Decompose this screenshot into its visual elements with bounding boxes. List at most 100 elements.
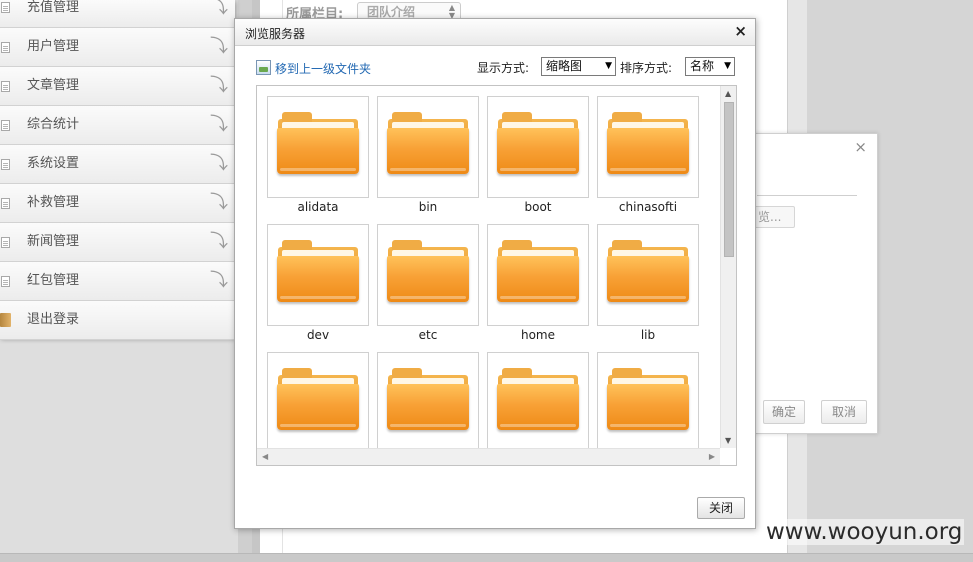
view-mode-label: 显示方式: <box>477 61 530 75</box>
curved-arrow-icon: ⤵ <box>210 153 228 174</box>
sidebar-item-label: 用户管理 <box>27 39 80 54</box>
document-icon <box>1 198 10 209</box>
folder-tile[interactable] <box>487 352 589 454</box>
sort-mode-label: 排序方式: <box>620 61 673 75</box>
category-select-value: 团队介绍 <box>367 5 416 19</box>
folder-tile[interactable] <box>597 352 699 454</box>
scroll-right-icon[interactable]: ▶ <box>709 452 715 461</box>
curved-arrow-icon: ⤵ <box>210 36 228 57</box>
sidebar-item-logout[interactable]: 退出登录 <box>0 301 235 340</box>
document-icon <box>1 237 10 248</box>
sidebar-item-recharge[interactable]: 充值管理 ⤵ <box>0 0 235 28</box>
folder-name[interactable]: etc <box>373 328 483 342</box>
curved-arrow-icon: ⤵ <box>210 192 228 213</box>
document-icon <box>1 276 10 287</box>
folder-icon <box>387 368 469 432</box>
vertical-scrollbar[interactable]: ▲ ▼ <box>720 86 736 448</box>
folder-tile[interactable] <box>267 96 369 198</box>
sort-mode-select[interactable]: 名称 ▼ <box>685 57 735 76</box>
book-icon <box>0 313 11 327</box>
document-icon <box>1 2 10 13</box>
folder-up-icon <box>256 60 271 75</box>
sidebar: 充值管理 ⤵ 用户管理 ⤵ 文章管理 ⤵ 综合统计 ⤵ 系统设置 ⤵ 补救管理 … <box>0 0 235 340</box>
page-background <box>0 338 238 562</box>
folder-browser: alidata bin boot chinasofti dev etc home lib ▲ … <box>256 85 737 466</box>
folder-icon <box>607 240 689 304</box>
sidebar-item-label: 系统设置 <box>27 156 80 171</box>
close-button[interactable]: 关闭 <box>697 497 745 519</box>
folder-tile[interactable] <box>487 96 589 198</box>
sort-mode-value: 名称 <box>690 59 715 73</box>
folder-icon <box>497 240 579 304</box>
folder-icon <box>497 368 579 432</box>
folder-tile[interactable] <box>267 352 369 454</box>
folder-tile[interactable] <box>597 224 699 326</box>
dropdown-arrow-icon: ▼ <box>724 61 731 71</box>
dialog-header: 浏览服务器 × <box>235 19 755 46</box>
sidebar-item-label: 退出登录 <box>27 312 80 327</box>
curved-arrow-icon: ⤵ <box>210 75 228 96</box>
folder-icon <box>387 112 469 176</box>
folder-name[interactable]: home <box>483 328 593 342</box>
folder-name[interactable]: chinasofti <box>593 200 703 214</box>
scroll-up-icon[interactable]: ▲ <box>725 89 731 98</box>
dialog-title: 浏览服务器 <box>245 27 306 41</box>
folder-name[interactable]: alidata <box>263 200 373 214</box>
document-icon <box>1 159 10 170</box>
sidebar-item-statistics[interactable]: 综合统计 ⤵ <box>0 106 235 145</box>
sidebar-item-articles[interactable]: 文章管理 ⤵ <box>0 67 235 106</box>
sidebar-item-label: 新闻管理 <box>27 234 80 249</box>
folder-icon <box>607 368 689 432</box>
folder-tile[interactable] <box>377 352 479 454</box>
sidebar-item-label: 充值管理 <box>27 0 80 15</box>
watermark: www.wooyun.org <box>764 519 965 545</box>
scroll-left-icon[interactable]: ◀ <box>262 452 268 461</box>
dropdown-arrow-icon: ▼ <box>605 61 612 71</box>
sidebar-item-users[interactable]: 用户管理 ⤵ <box>0 28 235 67</box>
folder-name[interactable]: dev <box>263 328 373 342</box>
horizontal-scrollbar[interactable]: ◀ ▶ <box>257 448 720 465</box>
upload-dialog: × 览... 确定 取消 <box>740 133 878 434</box>
folder-icon <box>387 240 469 304</box>
sidebar-item-settings[interactable]: 系统设置 ⤵ <box>0 145 235 184</box>
document-icon <box>1 81 10 92</box>
folder-tile[interactable] <box>487 224 589 326</box>
sidebar-item-label: 补救管理 <box>27 195 80 210</box>
sidebar-item-remedy[interactable]: 补救管理 ⤵ <box>0 184 235 223</box>
folder-tile[interactable] <box>377 96 479 198</box>
curved-arrow-icon: ⤵ <box>210 114 228 135</box>
horizontal-scrollbar[interactable] <box>0 553 973 562</box>
folder-icon <box>277 240 359 304</box>
browse-button[interactable]: 览... <box>751 206 795 228</box>
folder-tile[interactable] <box>597 96 699 198</box>
view-mode-select[interactable]: 缩略图 ▼ <box>541 57 616 76</box>
folder-tile[interactable] <box>377 224 479 326</box>
parent-folder-label: 移到上一级文件夹 <box>275 62 372 76</box>
folder-name[interactable]: bin <box>373 200 483 214</box>
close-icon[interactable]: × <box>734 23 747 39</box>
divider <box>757 195 857 196</box>
folder-icon <box>607 112 689 176</box>
curved-arrow-icon: ⤵ <box>210 270 228 291</box>
sidebar-item-red-packets[interactable]: 红包管理 ⤵ <box>0 262 235 301</box>
folder-icon <box>277 368 359 432</box>
folder-icon <box>497 112 579 176</box>
curved-arrow-icon: ⤵ <box>210 231 228 252</box>
sidebar-item-label: 文章管理 <box>27 78 80 93</box>
document-icon <box>1 120 10 131</box>
scroll-down-icon[interactable]: ▼ <box>725 436 731 445</box>
sidebar-item-label: 综合统计 <box>27 117 80 132</box>
document-icon <box>1 42 10 53</box>
view-mode-value: 缩略图 <box>546 59 583 73</box>
browse-server-dialog: 浏览服务器 × 移到上一级文件夹 显示方式: 缩略图 ▼ 排序方式: 名称 ▼ … <box>234 18 756 529</box>
folder-name[interactable]: lib <box>593 328 703 342</box>
scrollbar-thumb[interactable] <box>724 102 734 257</box>
folder-icon <box>277 112 359 176</box>
cancel-button[interactable]: 取消 <box>821 400 867 424</box>
confirm-button[interactable]: 确定 <box>763 400 805 424</box>
sidebar-item-news[interactable]: 新闻管理 ⤵ <box>0 223 235 262</box>
folder-tile[interactable] <box>267 224 369 326</box>
folder-name[interactable]: boot <box>483 200 593 214</box>
close-icon[interactable]: × <box>854 138 867 156</box>
sidebar-item-label: 红包管理 <box>27 273 80 288</box>
